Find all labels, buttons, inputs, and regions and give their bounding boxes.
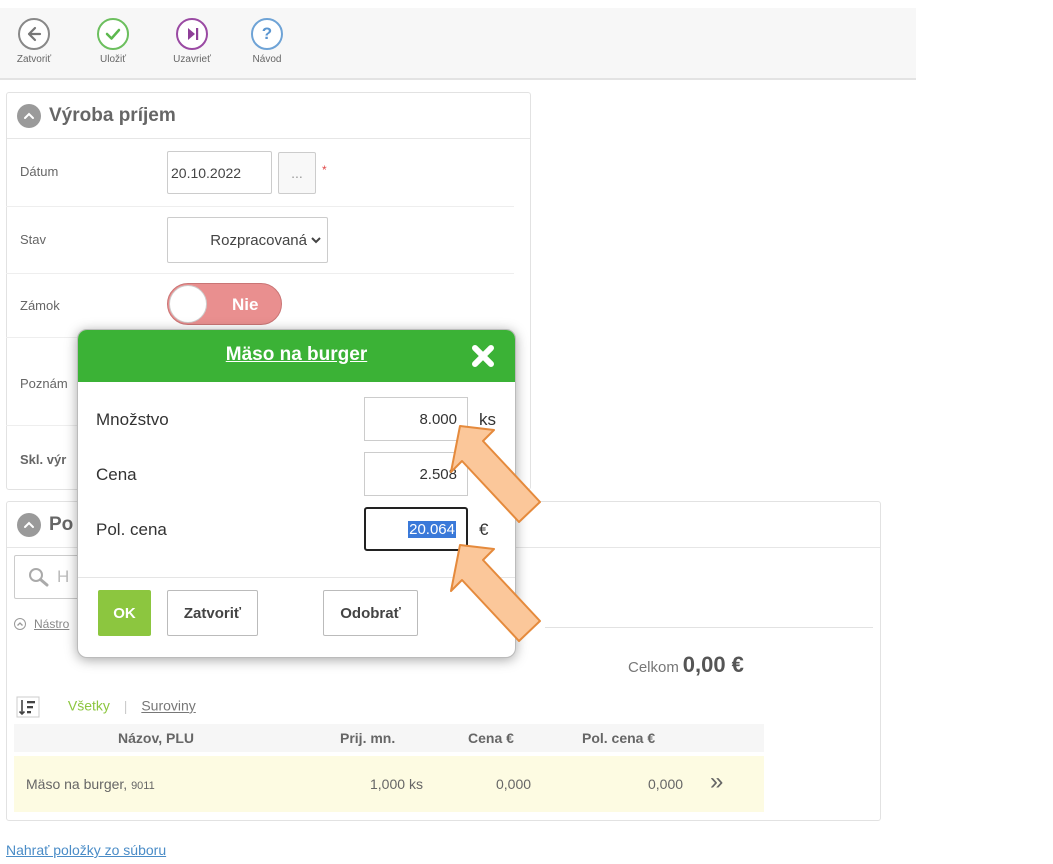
annotation-arrows <box>450 425 541 642</box>
arrow-pointer-icon <box>450 544 541 642</box>
arrow-pointer-icon <box>450 425 541 523</box>
